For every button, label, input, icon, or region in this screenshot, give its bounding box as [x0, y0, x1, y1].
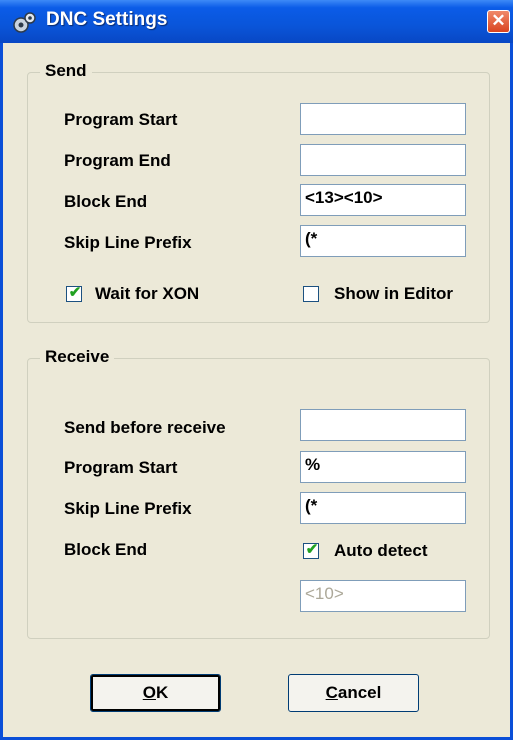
- auto-detect-label[interactable]: Auto detect: [334, 541, 428, 561]
- receive-block-end-input: <10>: [300, 580, 466, 612]
- receive-program-start-input[interactable]: %: [300, 451, 466, 483]
- send-group-title: Send: [40, 61, 92, 81]
- close-icon: ✕: [491, 11, 506, 30]
- send-block-end-input[interactable]: <13><10>: [300, 184, 466, 216]
- checkmark-icon: ✔: [305, 541, 319, 558]
- receive-send-before-receive-input[interactable]: [300, 409, 466, 441]
- show-in-editor-label[interactable]: Show in Editor: [334, 284, 453, 304]
- receive-program-start-label: Program Start: [64, 458, 178, 477]
- cancel-mnemonic: C: [325, 683, 338, 702]
- receive-group-title: Receive: [40, 347, 115, 367]
- dnc-settings-icon: [13, 12, 36, 33]
- receive-skip-line-prefix-label: Skip Line Prefix: [64, 499, 192, 518]
- ok-button[interactable]: OK: [90, 674, 221, 712]
- wait-for-xon-checkbox[interactable]: ✔: [66, 284, 82, 302]
- cancel-label-rest: ancel: [337, 683, 382, 702]
- title-bar[interactable]: DNC Settings ✕: [0, 0, 513, 43]
- show-in-editor-checkbox[interactable]: [303, 286, 319, 302]
- send-program-start-label: Program Start: [64, 110, 178, 129]
- dnc-settings-dialog: DNC Settings ✕ Send Program Start Progra…: [0, 0, 513, 740]
- close-button[interactable]: ✕: [487, 10, 510, 33]
- send-block-end-label: Block End: [64, 192, 148, 211]
- auto-detect-checkbox[interactable]: ✔: [303, 541, 319, 559]
- cancel-button[interactable]: Cancel: [288, 674, 419, 712]
- receive-block-end-label: Block End: [64, 540, 148, 559]
- receive-send-before-receive-label: Send before receive: [64, 418, 226, 437]
- ok-mnemonic: O: [142, 683, 156, 702]
- checkmark-icon: ✔: [68, 284, 82, 301]
- send-skip-line-prefix-input[interactable]: (*: [300, 225, 466, 257]
- ok-label-rest: K: [155, 683, 169, 702]
- send-program-end-label: Program End: [64, 151, 171, 170]
- send-skip-line-prefix-label: Skip Line Prefix: [64, 233, 192, 252]
- send-program-end-input[interactable]: [300, 144, 466, 176]
- receive-skip-line-prefix-input[interactable]: (*: [300, 492, 466, 524]
- window-title: DNC Settings: [46, 9, 168, 30]
- send-program-start-input[interactable]: [300, 103, 466, 135]
- wait-for-xon-label[interactable]: Wait for XON: [95, 284, 199, 304]
